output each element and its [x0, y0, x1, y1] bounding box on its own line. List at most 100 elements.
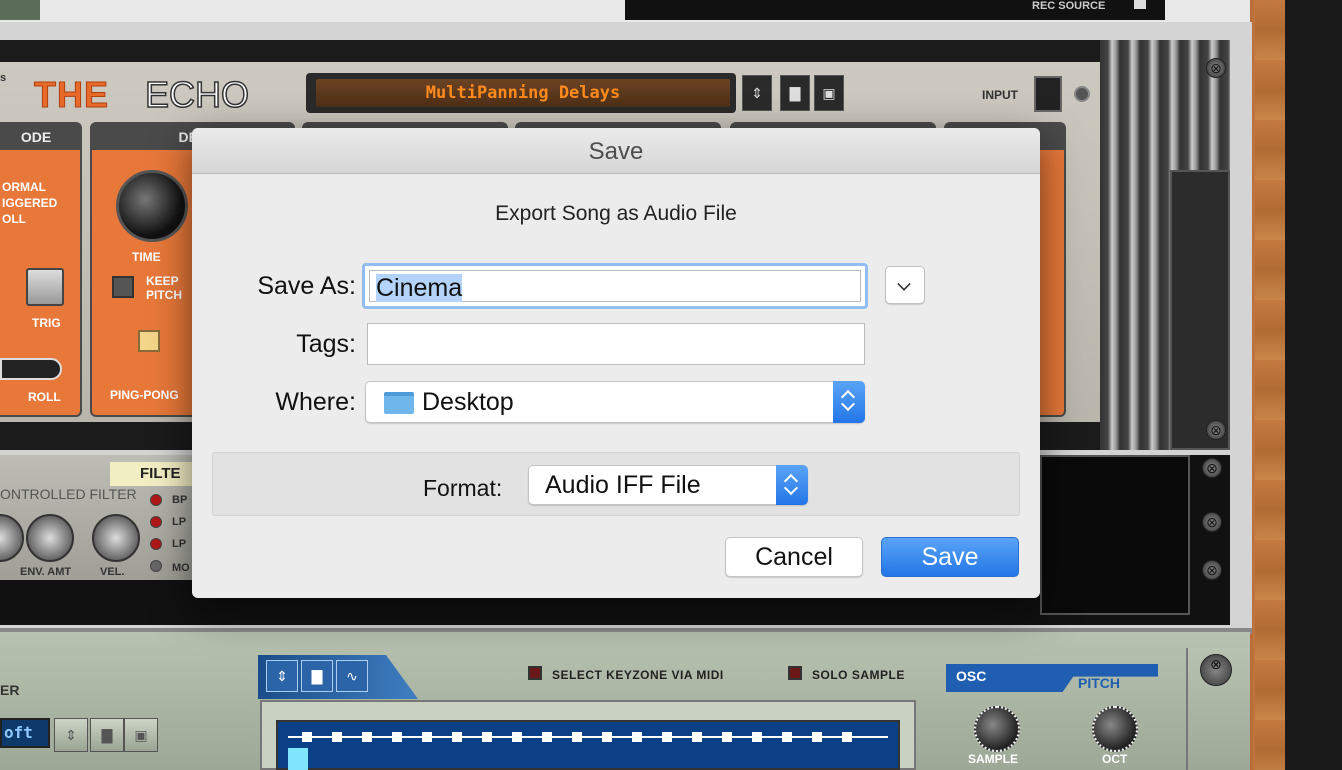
- format-accessory-section: Format: Audio IFF File: [212, 452, 1020, 516]
- roll-slider[interactable]: [0, 358, 62, 380]
- keyzone-tick: [782, 732, 792, 742]
- mode-option-normal[interactable]: ORMAL: [2, 180, 46, 194]
- keyzone-tick: [752, 732, 762, 742]
- format-popup[interactable]: Audio IFF File: [528, 465, 808, 505]
- popup-stepper-icon: [776, 465, 808, 505]
- vel-label: VEL.: [100, 566, 125, 578]
- keep-pitch-button[interactable]: [112, 276, 134, 298]
- rack-screw-icon: ⊗: [1202, 560, 1222, 580]
- keyzone-tick: [362, 732, 372, 742]
- mode-section-header: ODE: [0, 124, 80, 150]
- sample-knob-label: SAMPLE: [968, 752, 1019, 766]
- rec-source-checkbox[interactable]: [1134, 0, 1146, 9]
- env-amt-knob[interactable]: [26, 514, 74, 562]
- select-keyzone-led[interactable]: [528, 666, 542, 680]
- filter-right-panel: [1040, 455, 1190, 615]
- filter-mode-label: MO: [172, 562, 190, 574]
- save-dialog: Save Export Song as Audio File Save As: …: [192, 128, 1040, 598]
- trig-button[interactable]: [26, 268, 64, 306]
- where-popup[interactable]: Desktop: [365, 381, 865, 423]
- dialog-title: Save: [588, 138, 644, 165]
- filter-mode-label: LP: [172, 538, 187, 550]
- ping-pong-button[interactable]: [138, 330, 160, 352]
- where-value: Desktop: [422, 388, 514, 416]
- preset-name-display[interactable]: MultiPanning Delays: [316, 79, 730, 107]
- filter-mode-led[interactable]: [150, 516, 162, 528]
- keyzone-tick: [602, 732, 612, 742]
- rack-screw-icon: ⊗: [1206, 58, 1226, 78]
- keyzone-tick: [632, 732, 642, 742]
- sampler-section-label: ER: [0, 682, 20, 698]
- keyzone-tick: [452, 732, 462, 742]
- sample-browse-folder-icon[interactable]: ▇: [301, 660, 333, 692]
- echo-logo-the: THE: [34, 74, 109, 116]
- mode-option-roll[interactable]: OLL: [2, 212, 26, 226]
- sample-select-knob[interactable]: [974, 706, 1020, 752]
- keyzone-ruler: [288, 736, 888, 738]
- keyzone-tick: [572, 732, 582, 742]
- ping-pong-label: PING-PONG: [110, 388, 179, 402]
- keep-pitch-label: KEEP PITCH: [146, 274, 182, 302]
- select-keyzone-label: SELECT KEYZONE VIA MIDI: [552, 668, 724, 682]
- save-as-field[interactable]: Cinema: [362, 263, 868, 309]
- keyzone-tick: [722, 732, 732, 742]
- time-knob[interactable]: [116, 170, 188, 242]
- rack-screw-icon: ⊗: [1202, 458, 1222, 478]
- vel-knob[interactable]: [92, 514, 140, 562]
- filter-mode-label: BP: [172, 494, 188, 506]
- trig-label: TRIG: [32, 316, 61, 330]
- rack-wood-grain: [1255, 0, 1285, 770]
- preset-browse-folder-icon[interactable]: ▇: [780, 75, 810, 111]
- dialog-titlebar[interactable]: Save: [192, 128, 1040, 174]
- patch-save-disk-icon[interactable]: ▣: [124, 718, 158, 752]
- filter-mode-led[interactable]: [150, 538, 162, 550]
- chevron-down-icon: [897, 277, 911, 291]
- dialog-message: Export Song as Audio File: [495, 202, 737, 225]
- time-label: TIME: [132, 250, 161, 264]
- mode-option-triggered[interactable]: IGGERED: [2, 196, 57, 210]
- input-label: INPUT: [982, 88, 1018, 102]
- filter-mode-label: LP: [172, 516, 187, 528]
- keyzone-tick: [332, 732, 342, 742]
- filter-mode-led[interactable]: [150, 560, 162, 572]
- patch-up-down-button[interactable]: ⇕: [54, 718, 88, 752]
- keyzone-display[interactable]: [276, 720, 900, 770]
- roll-label: ROLL: [28, 390, 61, 404]
- preset-save-disk-icon[interactable]: ▣: [814, 75, 844, 111]
- save-button[interactable]: Save: [881, 537, 1019, 577]
- patch-browse-folder-icon[interactable]: ▇: [90, 718, 124, 752]
- preset-up-down-button[interactable]: ⇕: [742, 75, 772, 111]
- tags-field[interactable]: [367, 323, 865, 365]
- sample-waveform-icon[interactable]: ∿: [336, 660, 368, 692]
- keyzone-selection[interactable]: [288, 748, 308, 770]
- filter-mode-led[interactable]: [150, 494, 162, 506]
- input-knob[interactable]: [1074, 86, 1090, 102]
- rack-screw-icon: ⊗: [1200, 654, 1232, 686]
- folder-icon: [384, 392, 414, 414]
- keyzone-tick: [662, 732, 672, 742]
- patch-name-display[interactable]: oft: [0, 718, 50, 748]
- keyzone-tick: [812, 732, 822, 742]
- keyzone-tick: [842, 732, 852, 742]
- controlled-filter-label: ONTROLLED FILTER: [0, 486, 137, 502]
- filter-label: FILTE: [110, 462, 192, 486]
- cancel-button[interactable]: Cancel: [725, 537, 863, 577]
- save-as-label: Save As:: [257, 272, 356, 300]
- solo-sample-led[interactable]: [788, 666, 802, 680]
- oct-knob-label: OCT: [1102, 752, 1128, 766]
- rack-screw-icon: ⊗: [1206, 420, 1226, 440]
- format-label: Format:: [423, 475, 503, 501]
- top-device-strip: REC SOURCE: [0, 0, 1250, 22]
- format-value: Audio IFF File: [545, 471, 701, 499]
- keyzone-tick: [302, 732, 312, 742]
- oct-knob[interactable]: [1092, 706, 1138, 752]
- keyzone-tick: [422, 732, 432, 742]
- sample-up-down-button[interactable]: ⇕: [266, 660, 298, 692]
- rec-source-label: REC SOURCE: [1032, 0, 1106, 12]
- top-strip-green-block: [0, 0, 40, 20]
- expand-dialog-button[interactable]: [885, 266, 925, 304]
- input-meter: [1034, 76, 1062, 112]
- echo-logo-echo: ECHO: [144, 73, 250, 116]
- save-as-value: Cinema: [376, 274, 463, 302]
- env-amt-label: ENV. AMT: [20, 566, 72, 578]
